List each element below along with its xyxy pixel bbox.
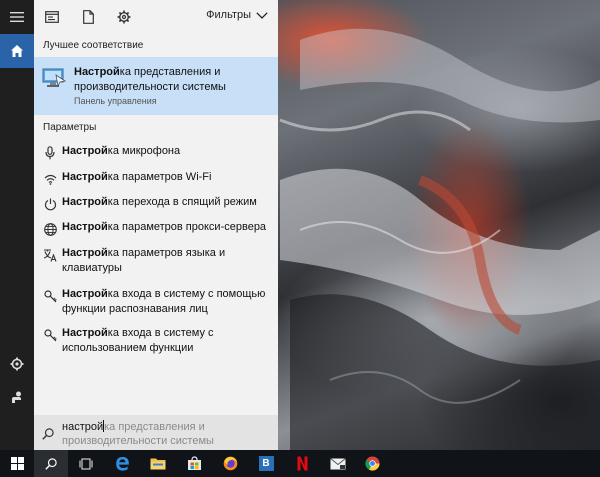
filters-label: Фильтры: [206, 9, 251, 21]
wifi-icon: [42, 171, 58, 187]
search-icon: [42, 427, 54, 445]
list-item-microphone[interactable]: Настройка микрофона: [34, 144, 278, 161]
item-label-bold: Настрой: [62, 221, 108, 233]
taskbar-search-button[interactable]: [34, 450, 68, 477]
search-typed-text: настрой: [62, 421, 104, 433]
language-icon: [42, 247, 58, 263]
settings-tab[interactable]: [116, 9, 132, 25]
list-item-wifi[interactable]: Настройка параметров Wi-Fi: [34, 170, 278, 187]
item-label-rest: ка параметров Wi-Fi: [107, 171, 212, 183]
pinned-app-b-button[interactable]: B: [250, 450, 282, 477]
item-label-bold: Настрой: [62, 247, 108, 259]
mail-icon: [330, 457, 346, 469]
item-label-bold: Настрой: [62, 145, 108, 157]
item-label-rest: ка перехода в спящий режим: [107, 196, 257, 208]
item-label-bold: Настрой: [62, 327, 108, 339]
apps-tab[interactable]: [44, 9, 60, 25]
list-item-proxy[interactable]: Настройка параметров прокси-сервера: [34, 220, 278, 237]
best-match-title-bold: Настрой: [74, 66, 120, 78]
item-label-bold: Настрой: [62, 288, 108, 300]
windows-logo-icon: [10, 457, 24, 470]
control-panel-icon: [42, 67, 67, 94]
settings-heading: Параметры: [43, 122, 97, 133]
hamburger-icon: [10, 12, 24, 22]
feedback-icon: [12, 391, 21, 403]
list-item-language[interactable]: Настройка параметров языка и клавиатуры: [34, 246, 278, 276]
gear-icon: [117, 10, 131, 24]
best-match-heading: Лучшее соответствие: [43, 40, 144, 51]
item-label-rest: ка микрофона: [107, 145, 181, 157]
best-match-result[interactable]: Настройка представления и производительн…: [34, 57, 278, 115]
search-input[interactable]: настройка представления и производительн…: [62, 420, 272, 448]
list-item-signin-feature[interactable]: Настройка входа в систему с использовани…: [34, 326, 278, 356]
chevron-down-icon: [256, 11, 268, 19]
document-icon: [82, 10, 94, 24]
key-icon: [42, 288, 58, 304]
settings-button[interactable]: [0, 347, 34, 381]
power-icon: [42, 196, 58, 212]
edge-icon: [115, 457, 129, 471]
key-icon: [42, 327, 58, 343]
search-icon: [45, 457, 57, 470]
filters-dropdown[interactable]: Фильтры: [206, 9, 268, 21]
search-results-panel: Фильтры Лучшее соответствие Настройка пр…: [34, 0, 278, 450]
item-label-rest: ка параметров прокси-сервера: [107, 221, 267, 233]
taskbar: B: [0, 450, 600, 477]
list-item-sleep[interactable]: Настройка перехода в спящий режим: [34, 195, 278, 212]
documents-tab[interactable]: [80, 9, 96, 25]
store-bag-icon: [187, 456, 201, 470]
hamburger-menu-button[interactable]: [0, 0, 34, 34]
edge-browser-button[interactable]: [106, 450, 138, 477]
item-label-bold: Настрой: [62, 171, 108, 183]
firefox-icon: [223, 456, 237, 471]
store-button[interactable]: [178, 450, 210, 477]
best-match-subtitle: Панель управления: [74, 96, 157, 106]
gear-icon: [10, 357, 24, 371]
best-match-title: Настройка представления и производительн…: [74, 65, 270, 95]
microphone-icon: [42, 145, 58, 161]
folder-icon: [150, 458, 166, 470]
task-view-icon: [79, 457, 93, 470]
file-explorer-button[interactable]: [142, 450, 174, 477]
globe-icon: [42, 221, 58, 237]
pinned-app-b-icon: B: [258, 456, 274, 471]
start-rail: [0, 0, 34, 450]
task-view-button[interactable]: [70, 450, 102, 477]
panel-toolbar: Фильтры: [34, 0, 278, 34]
home-button[interactable]: [0, 34, 34, 68]
firefox-button[interactable]: [214, 450, 246, 477]
list-item-face-signin[interactable]: Настройка входа в систему с помощью функ…: [34, 287, 278, 317]
item-label-bold: Настрой: [62, 196, 108, 208]
home-icon: [11, 45, 23, 57]
app-window-icon: [45, 11, 59, 23]
feedback-button[interactable]: [0, 380, 34, 414]
netflix-button[interactable]: [286, 450, 318, 477]
start-button[interactable]: [0, 450, 34, 477]
mail-button[interactable]: [322, 450, 354, 477]
search-box[interactable]: настройка представления и производительн…: [34, 415, 278, 450]
netflix-icon: [297, 456, 307, 471]
chrome-icon: [364, 456, 380, 471]
chrome-button[interactable]: [356, 450, 388, 477]
